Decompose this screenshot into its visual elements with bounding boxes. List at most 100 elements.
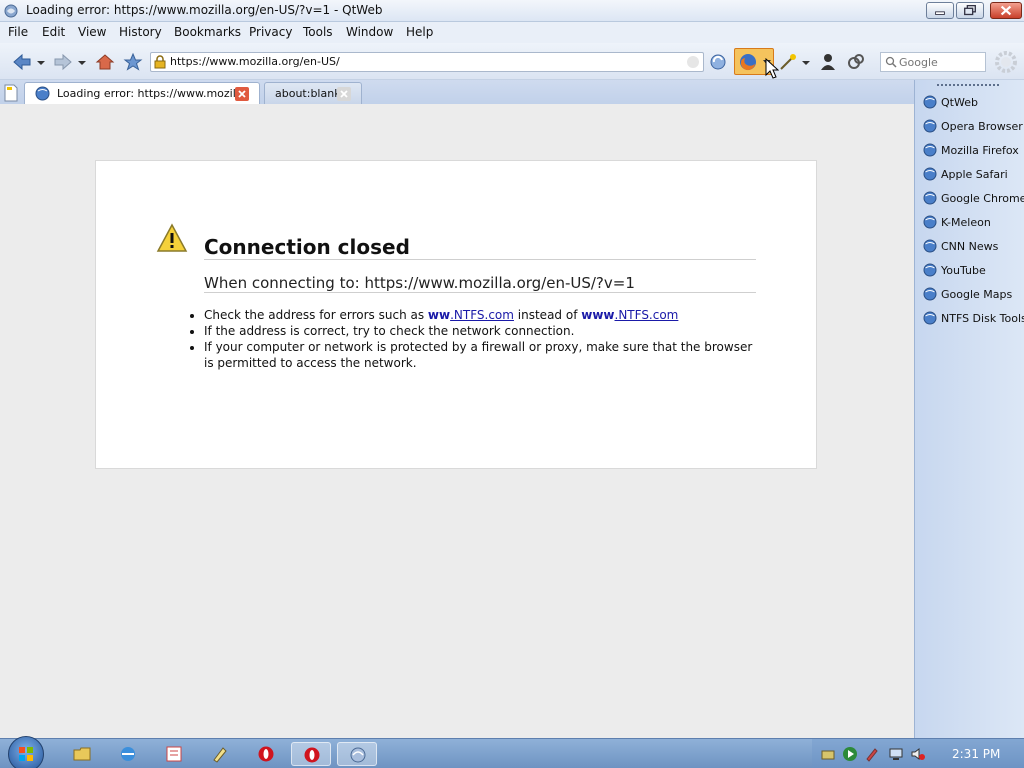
sidebar-grip[interactable]	[937, 84, 999, 86]
globe-icon	[923, 143, 937, 157]
volume-muted-icon[interactable]	[910, 746, 926, 762]
example-link-bad[interactable]: .NTFS.com	[450, 308, 514, 322]
globe-icon	[923, 95, 937, 109]
search-box[interactable]	[880, 52, 986, 72]
bookmark-star-icon[interactable]	[123, 52, 143, 72]
qtweb-app-icon	[4, 4, 18, 18]
network-icon[interactable]	[888, 746, 904, 762]
taskbar-opera[interactable]	[246, 742, 286, 766]
tab-close-icon[interactable]	[337, 87, 351, 101]
tip-check-address: Check the address for errors such as ww.…	[204, 307, 764, 323]
globe-icon	[923, 287, 937, 301]
error-panel: Connection closed When connecting to: ht…	[95, 160, 817, 469]
settings-gear-icon[interactable]	[994, 50, 1018, 74]
taskbar: 2:31 PM	[0, 736, 1024, 768]
tab-about-blank[interactable]: about:blank	[264, 82, 362, 104]
globe-icon	[923, 119, 937, 133]
navigation-toolbar: https://www.mozilla.org/en-US/	[0, 43, 1024, 80]
bookmarks-sidebar: QtWeb Opera Browser Mozilla Firefox Appl…	[914, 80, 1024, 738]
sidebar-item-google-maps[interactable]: Google Maps	[923, 285, 1023, 305]
error-title: Connection closed	[204, 235, 410, 259]
sidebar-item-youtube[interactable]: YouTube	[923, 261, 1023, 281]
sidebar-item-qtweb[interactable]: QtWeb	[923, 93, 1023, 113]
sidebar-item-chrome[interactable]: Google Chrome	[923, 189, 1024, 209]
internet-explorer-icon	[121, 747, 135, 761]
tab-loading-error[interactable]: Loading error: https://www.mozill...	[24, 82, 260, 104]
sidebar-item-kmeleon[interactable]: K-Meleon	[923, 213, 1023, 233]
divider	[204, 292, 756, 293]
menu-window[interactable]: Window	[346, 25, 393, 39]
menu-bar: File Edit View History Bookmarks Privacy…	[0, 22, 1024, 43]
maximize-button[interactable]	[956, 2, 984, 19]
menu-help[interactable]: Help	[406, 25, 433, 39]
firefox-icon	[740, 54, 756, 71]
back-arrow-icon[interactable]	[12, 52, 32, 72]
tab-label: Loading error: https://www.mozill...	[57, 87, 250, 100]
tab-close-icon[interactable]	[235, 87, 249, 101]
taskbar-ie[interactable]	[108, 742, 148, 766]
menu-edit[interactable]: Edit	[42, 25, 65, 39]
clock[interactable]: 2:31 PM	[952, 747, 1000, 761]
window-title: Loading error: https://www.mozilla.org/e…	[26, 3, 383, 17]
media-play-icon[interactable]	[842, 746, 858, 762]
back-dropdown-icon[interactable]	[35, 52, 47, 72]
warning-icon	[156, 223, 188, 252]
menu-privacy[interactable]: Privacy	[249, 25, 292, 39]
taskbar-opera-active[interactable]	[291, 742, 331, 766]
forward-arrow-icon[interactable]	[53, 52, 73, 72]
lock-icon	[154, 55, 166, 69]
opera-icon	[258, 746, 274, 762]
sidebar-item-opera[interactable]: Opera Browser	[923, 117, 1023, 137]
menu-file[interactable]: File	[8, 25, 28, 39]
tray-tool-icon[interactable]	[864, 746, 880, 762]
taskbar-explorer[interactable]	[62, 742, 102, 766]
title-bar: Loading error: https://www.mozilla.org/e…	[0, 0, 1024, 22]
sidebar-item-safari[interactable]: Apple Safari	[923, 165, 1023, 185]
taskbar-tool[interactable]	[200, 742, 240, 766]
globe-icon	[923, 263, 937, 277]
opera-icon	[304, 747, 320, 763]
home-icon[interactable]	[95, 52, 115, 72]
taskbar-app[interactable]	[154, 742, 194, 766]
tab-label: about:blank	[275, 87, 341, 100]
mouse-cursor-icon	[765, 58, 779, 79]
address-bar[interactable]: https://www.mozilla.org/en-US/	[150, 52, 704, 72]
search-input[interactable]	[899, 54, 983, 70]
go-icon[interactable]	[687, 56, 699, 68]
pen-tool-icon	[213, 747, 227, 763]
globe-icon	[923, 215, 937, 229]
menu-view[interactable]: View	[78, 25, 106, 39]
error-tips-list: Check the address for errors such as ww.…	[204, 307, 764, 371]
privacy-user-icon[interactable]	[818, 52, 838, 72]
menu-tools[interactable]: Tools	[303, 25, 333, 39]
globe-icon	[923, 311, 937, 325]
divider	[204, 259, 756, 260]
error-subtitle: When connecting to: https://www.mozilla.…	[204, 274, 635, 292]
menu-history[interactable]: History	[119, 25, 162, 39]
tab-bar: Loading error: https://www.mozill... abo…	[0, 80, 914, 104]
wand-dropdown-icon[interactable]	[800, 52, 812, 72]
sidebar-item-firefox[interactable]: Mozilla Firefox	[923, 141, 1023, 161]
close-window-button[interactable]	[990, 2, 1022, 19]
new-tab-icon[interactable]	[2, 83, 20, 103]
start-button[interactable]	[8, 736, 44, 768]
taskbar-qtweb[interactable]	[337, 742, 377, 766]
reload-icon[interactable]	[708, 52, 728, 72]
minimize-button[interactable]	[926, 2, 954, 19]
globe-icon	[923, 191, 937, 205]
menu-bookmarks[interactable]: Bookmarks	[174, 25, 241, 39]
proxy-settings-icon[interactable]	[846, 52, 866, 72]
globe-icon	[923, 239, 937, 253]
minimize-icon	[935, 11, 945, 15]
example-link-good[interactable]: .NTFS.com	[615, 308, 679, 322]
tray-app-icon[interactable]	[820, 746, 836, 762]
search-icon	[885, 56, 897, 68]
sidebar-item-cnn[interactable]: CNN News	[923, 237, 1023, 257]
forward-dropdown-icon[interactable]	[76, 52, 88, 72]
tip-firewall: If your computer or network is protected…	[204, 339, 764, 371]
magic-wand-icon[interactable]	[778, 52, 798, 72]
globe-icon	[35, 86, 50, 101]
tip-network: If the address is correct, try to check …	[204, 323, 764, 339]
address-url[interactable]: https://www.mozilla.org/en-US/	[170, 55, 340, 68]
sidebar-item-ntfs-disk-tools[interactable]: NTFS Disk Tools	[923, 309, 1024, 329]
